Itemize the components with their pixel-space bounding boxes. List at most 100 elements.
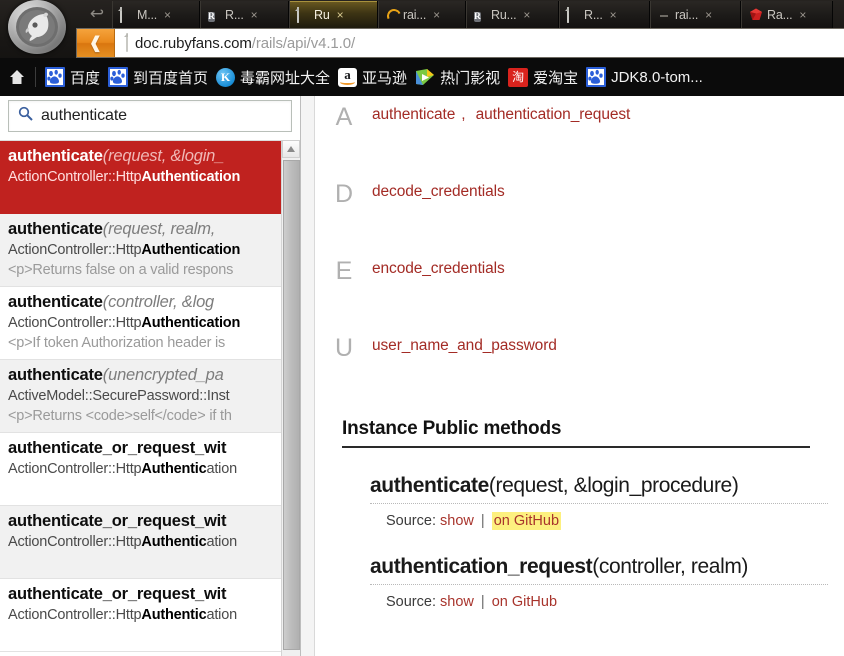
index-links: authenticate, authentication_request (372, 102, 636, 124)
search-results-list[interactable]: authenticate(request, &login_ ActionCont… (0, 140, 300, 656)
bookmarks-bar: 百度 到百度首页 K 毒霸网址大全 a 亚马逊 热门影视 淘 爱淘宝 JDK8.… (0, 58, 844, 96)
bookmark-jdk[interactable]: JDK8.0-tom... (582, 61, 707, 93)
address-url[interactable]: doc.rubyfans.com/rails/api/v4.1.0/ (135, 35, 355, 52)
list-item[interactable]: authenticate_or_request_wit ActionContro… (0, 506, 300, 579)
source-label: Source: (386, 513, 436, 529)
tab-close-icon[interactable]: × (521, 8, 532, 22)
result-title: authenticate_or_request_wit (8, 510, 292, 532)
browser-tab[interactable]: R R... × (200, 1, 289, 28)
bookmark-baidu-home[interactable]: 到百度首页 (104, 61, 212, 93)
search-box[interactable]: authenticate (8, 100, 292, 132)
browser-tab[interactable]: R Ru... × (466, 1, 559, 28)
kingsoft-k-icon: K (216, 67, 236, 87)
bookmark-baidu[interactable]: 百度 (41, 61, 104, 93)
index-link[interactable]: decode_credentials (372, 183, 505, 200)
index-letter: E (335, 257, 353, 285)
source-show-link[interactable]: show (440, 513, 474, 529)
browser-tab[interactable]: R... × (559, 1, 650, 28)
home-icon (8, 68, 26, 86)
index-link[interactable]: encode_credentials (372, 260, 505, 277)
tab-close-icon[interactable]: × (249, 8, 260, 22)
result-title: authenticate_or_request_wit (8, 437, 292, 459)
tab-label: R... (584, 7, 603, 22)
method-args: (request, &login_procedure) (488, 474, 739, 497)
result-method-name: authenticate (8, 147, 103, 165)
bookmark-video[interactable]: 热门影视 (411, 61, 504, 93)
list-item[interactable]: authenticate_or_request_wit ActionContro… (0, 579, 300, 652)
list-item[interactable]: authenticate(request, realm, ActionContr… (0, 214, 300, 287)
source-github-link[interactable]: on GitHub (492, 594, 557, 610)
result-description: <p>Returns <code>self</code> if th (8, 408, 232, 424)
content-scroll-gutter[interactable] (301, 96, 315, 656)
bookmark-label: 亚马逊 (362, 69, 408, 87)
method-index-row: E encode_credentials (316, 256, 836, 327)
result-namespace: ActionController::HttpAuthentication (8, 167, 292, 187)
source-show-link[interactable]: show (440, 594, 474, 610)
baidu-paw-icon (108, 67, 129, 87)
result-namespace: ActionController::HttpAuthentication (8, 532, 292, 552)
method-source-row: Source: show | on GitHub (386, 594, 836, 610)
result-namespace: ActionController::HttpAuthentication (8, 313, 292, 333)
result-method-name: authenticate_or_request_wit (8, 585, 227, 603)
result-method-name: authenticate (8, 293, 103, 311)
index-comma: , (461, 106, 466, 123)
list-item[interactable]: authenticate_or_request_wit ActionContro… (0, 433, 300, 506)
index-link[interactable]: authentication_request (476, 106, 631, 123)
document-icon (120, 6, 133, 23)
page-body: authenticate authenticate(request, &logi… (0, 96, 844, 656)
list-item[interactable]: authenticate(request, &login_ ActionCont… (0, 141, 300, 214)
browser-tab[interactable]: rai... × (650, 1, 741, 28)
ns-suffix: ation (206, 534, 237, 550)
list-item[interactable]: authenticate(unencrypted_pа ActiveModel:… (0, 360, 300, 433)
back-arrow-icon[interactable]: ↩ (84, 4, 110, 24)
browser-tab[interactable]: rai... × (378, 1, 466, 28)
bookmark-label: 热门影视 (440, 69, 501, 87)
scroll-up-arrow-icon[interactable] (282, 140, 300, 158)
tab-close-icon[interactable]: × (431, 8, 442, 22)
index-letter: D (334, 180, 354, 208)
result-namespace: ActiveModel::SecurePassword::Inst (8, 386, 292, 406)
result-description: <p>Returns false on a valid respons (8, 262, 234, 278)
loading-arc-icon (386, 8, 399, 21)
sidebar-scrollbar[interactable] (281, 140, 300, 656)
browser-tab-active[interactable]: Ru × (289, 1, 378, 28)
index-link[interactable]: user_name_and_password (372, 337, 557, 354)
document-icon (297, 6, 310, 23)
tab-label: rai... (403, 7, 427, 22)
bookmark-amazon[interactable]: a 亚马逊 (334, 61, 411, 93)
index-letter: U (334, 334, 354, 362)
R-badge-icon: R (474, 11, 481, 22)
maxthon-horse-logo-icon[interactable] (8, 0, 66, 54)
result-method-name: authenticate (8, 366, 103, 384)
scrollbar-thumb[interactable] (283, 160, 300, 650)
browser-tab[interactable]: Ra... × (741, 1, 833, 28)
chevron-left-icon[interactable]: ❰ (77, 29, 115, 57)
documentation-content: A authenticate, authentication_request D … (316, 96, 844, 656)
index-link[interactable]: authenticate (372, 106, 455, 123)
tab-close-icon[interactable]: × (703, 8, 714, 22)
bookmark-label: 百度 (70, 69, 101, 87)
browser-tab[interactable]: M... × (112, 1, 200, 28)
address-bar[interactable]: ❰ doc.rubyfans.com/rails/api/v4.1.0/ (76, 28, 844, 58)
list-item[interactable]: authenticate(controller, &log ActionCont… (0, 287, 300, 360)
bookmark-home[interactable] (4, 61, 30, 93)
tab-strip: M... × R R... × Ru × rai... × R Ru... × … (112, 0, 844, 28)
source-github-link[interactable]: on GitHub (491, 512, 562, 530)
ns-prefix: ActionController::Http (8, 461, 142, 477)
bookmark-taobao[interactable]: 淘 爱淘宝 (504, 61, 582, 93)
tab-close-icon[interactable]: × (797, 8, 808, 22)
divider (35, 67, 36, 87)
search-input[interactable]: authenticate (41, 107, 127, 125)
section-heading: Instance Public methods (342, 418, 810, 448)
video-play-icon (415, 68, 435, 87)
tab-close-icon[interactable]: × (162, 8, 173, 22)
tab-label: R... (225, 7, 244, 22)
result-namespace: ActionController::HttpAuthentication (8, 240, 292, 260)
browser-logo[interactable] (2, 0, 76, 58)
bookmark-label: JDK8.0-tom... (611, 68, 703, 86)
baidu-paw-icon (45, 67, 65, 87)
bookmark-duba[interactable]: K 毒霸网址大全 (212, 61, 334, 93)
method-signature: authentication_request(controller, realm… (370, 555, 828, 585)
tab-close-icon[interactable]: × (608, 8, 619, 22)
tab-close-icon[interactable]: × (335, 8, 346, 22)
